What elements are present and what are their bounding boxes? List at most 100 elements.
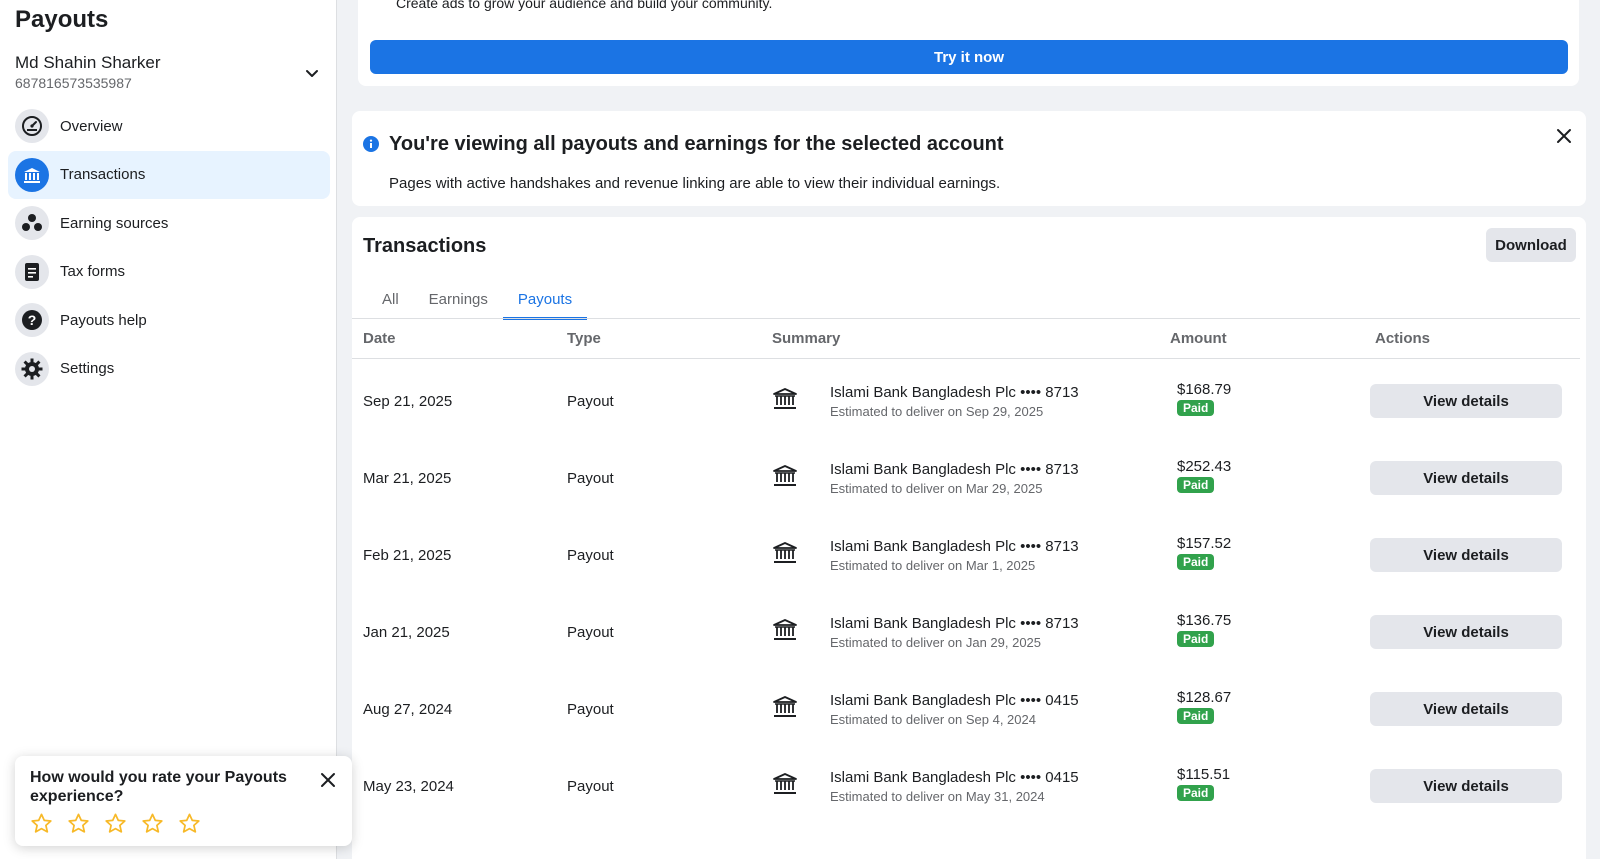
sidebar-item-label: Transactions [60,166,146,184]
type-cell: Payout [567,547,614,564]
chevron-down-icon[interactable] [304,65,320,81]
date-cell: May 23, 2024 [363,778,454,795]
svg-text:?: ? [28,312,37,328]
table-row: Sep 21, 2025 Payout Islami Bank Banglade… [352,360,1580,437]
view-details-button[interactable]: View details [1370,538,1562,572]
tab-earnings[interactable]: Earnings [414,283,503,320]
close-icon[interactable] [318,770,338,790]
summary-cell: Islami Bank Bangladesh Plc •••• 8713 Est… [830,461,1079,496]
star-rating [30,812,337,835]
gear-icon [15,351,49,386]
amount-cell: $128.67 Paid [1177,689,1231,724]
tab-all[interactable]: All [367,283,414,320]
account-id: 687816573535987 [15,75,132,91]
table-row: Aug 27, 2024 Payout Islami Bank Banglade… [352,668,1580,745]
amount-value: $115.51 [1177,766,1231,783]
bank-account: Islami Bank Bangladesh Plc •••• 8713 [830,538,1079,555]
account-switcher[interactable]: Md Shahin Sharker 687816573535987 [15,53,320,91]
sidebar-item-label: Tax forms [60,263,126,281]
summary-cell: Islami Bank Bangladesh Plc •••• 8713 Est… [830,538,1079,573]
amount-value: $136.75 [1177,612,1232,629]
amount-value: $128.67 [1177,689,1232,706]
delivery-estimate: Estimated to deliver on Sep 29, 2025 [830,404,1044,419]
download-button[interactable]: Download [1486,228,1576,262]
summary-cell: Islami Bank Bangladesh Plc •••• 8713 Est… [830,615,1079,650]
delivery-estimate: Estimated to deliver on Jan 29, 2025 [830,635,1042,650]
bank-icon [773,388,797,409]
summary-cell: Islami Bank Bangladesh Plc •••• 0415 Est… [830,692,1079,727]
bank-account: Islami Bank Bangladesh Plc •••• 8713 [830,461,1079,478]
table-row: Mar 21, 2025 Payout Islami Bank Banglade… [352,437,1580,514]
transactions-card: Transactions Download All Earnings Payou… [352,217,1586,859]
close-icon[interactable] [1554,126,1574,146]
column-header-summary: Summary [772,330,841,347]
delivery-estimate: Estimated to deliver on May 31, 2024 [830,789,1045,804]
sidebar-item-earning-sources[interactable]: Earning sources [8,199,330,247]
status-badge: Paid [1177,708,1215,724]
column-header-date: Date [363,330,396,347]
amount-cell: $136.75 Paid [1177,612,1231,647]
delivery-estimate: Estimated to deliver on Sep 4, 2024 [830,712,1036,727]
table-row: May 23, 2024 Payout Islami Bank Banglade… [352,745,1580,822]
date-cell: Mar 21, 2025 [363,470,452,487]
type-cell: Payout [567,624,614,641]
bank-icon [773,619,797,640]
star-icon[interactable] [178,812,201,835]
view-details-button[interactable]: View details [1370,769,1562,803]
star-icon[interactable] [141,812,164,835]
amount-value: $157.52 [1177,535,1232,552]
bank-account: Islami Bank Bangladesh Plc •••• 8713 [830,384,1079,401]
sidebar-item-settings[interactable]: Settings [8,345,330,393]
sidebar: Payouts Md Shahin Sharker 68781657353598… [0,0,337,859]
summary-cell: Islami Bank Bangladesh Plc •••• 0415 Est… [830,769,1079,804]
amount-cell: $115.51 Paid [1177,766,1230,801]
table-header: Date Type Summary Amount Actions [352,319,1580,359]
bank-icon [773,542,797,563]
delivery-estimate: Estimated to deliver on Mar 29, 2025 [830,481,1043,496]
summary-cell: Islami Bank Bangladesh Plc •••• 8713 Est… [830,384,1079,419]
star-icon[interactable] [104,812,127,835]
notice-title: You're viewing all payouts and earnings … [389,133,1004,155]
view-details-button[interactable]: View details [1370,461,1562,495]
type-cell: Payout [567,393,614,410]
view-details-button[interactable]: View details [1370,615,1562,649]
date-cell: Sep 21, 2025 [363,393,453,410]
promo-card: Create ads to grow your audience and bui… [358,0,1579,86]
sidebar-item-tax-forms[interactable]: Tax forms [8,248,330,296]
sidebar-item-label: Settings [60,360,115,378]
amount-value: $252.43 [1177,458,1232,475]
type-cell: Payout [567,778,614,795]
view-details-button[interactable]: View details [1370,384,1562,418]
view-details-button[interactable]: View details [1370,692,1562,726]
document-icon [15,254,49,289]
star-icon[interactable] [30,812,53,835]
status-badge: Paid [1177,477,1215,493]
star-icon[interactable] [67,812,90,835]
sidebar-item-transactions[interactable]: Transactions [8,150,330,199]
page-title: Payouts [15,6,109,33]
try-it-now-button[interactable]: Try it now [370,40,1568,74]
delivery-estimate: Estimated to deliver on Mar 1, 2025 [830,558,1036,573]
sidebar-item-label: Earning sources [60,214,169,232]
bank-account: Islami Bank Bangladesh Plc •••• 0415 [830,769,1079,786]
sidebar-item-overview[interactable]: Overview [8,102,330,150]
bank-account: Islami Bank Bangladesh Plc •••• 8713 [830,615,1079,632]
info-notice: You're viewing all payouts and earnings … [352,111,1586,206]
bank-account: Islami Bank Bangladesh Plc •••• 0415 [830,692,1079,709]
gauge-icon [15,109,49,143]
rating-popup: How would you rate your Payouts experien… [15,756,352,846]
amount-cell: $252.43 Paid [1177,458,1231,493]
sidebar-item-payouts-help[interactable]: ? Payouts help [8,296,330,344]
amount-value: $168.79 [1177,381,1232,398]
sidebar-item-label: Payouts help [60,311,147,329]
status-badge: Paid [1177,400,1215,416]
tab-payouts[interactable]: Payouts [502,283,588,320]
bank-icon [773,465,797,486]
rating-question: How would you rate your Payouts experien… [30,769,287,805]
status-badge: Paid [1177,631,1215,647]
status-badge: Paid [1177,785,1215,801]
column-header-actions: Actions [1375,330,1431,347]
sidebar-nav: Overview Transactions Earning sources Ta… [8,102,330,394]
status-badge: Paid [1177,554,1215,570]
table-row: Jan 21, 2025 Payout Islami Bank Banglade… [352,591,1580,668]
